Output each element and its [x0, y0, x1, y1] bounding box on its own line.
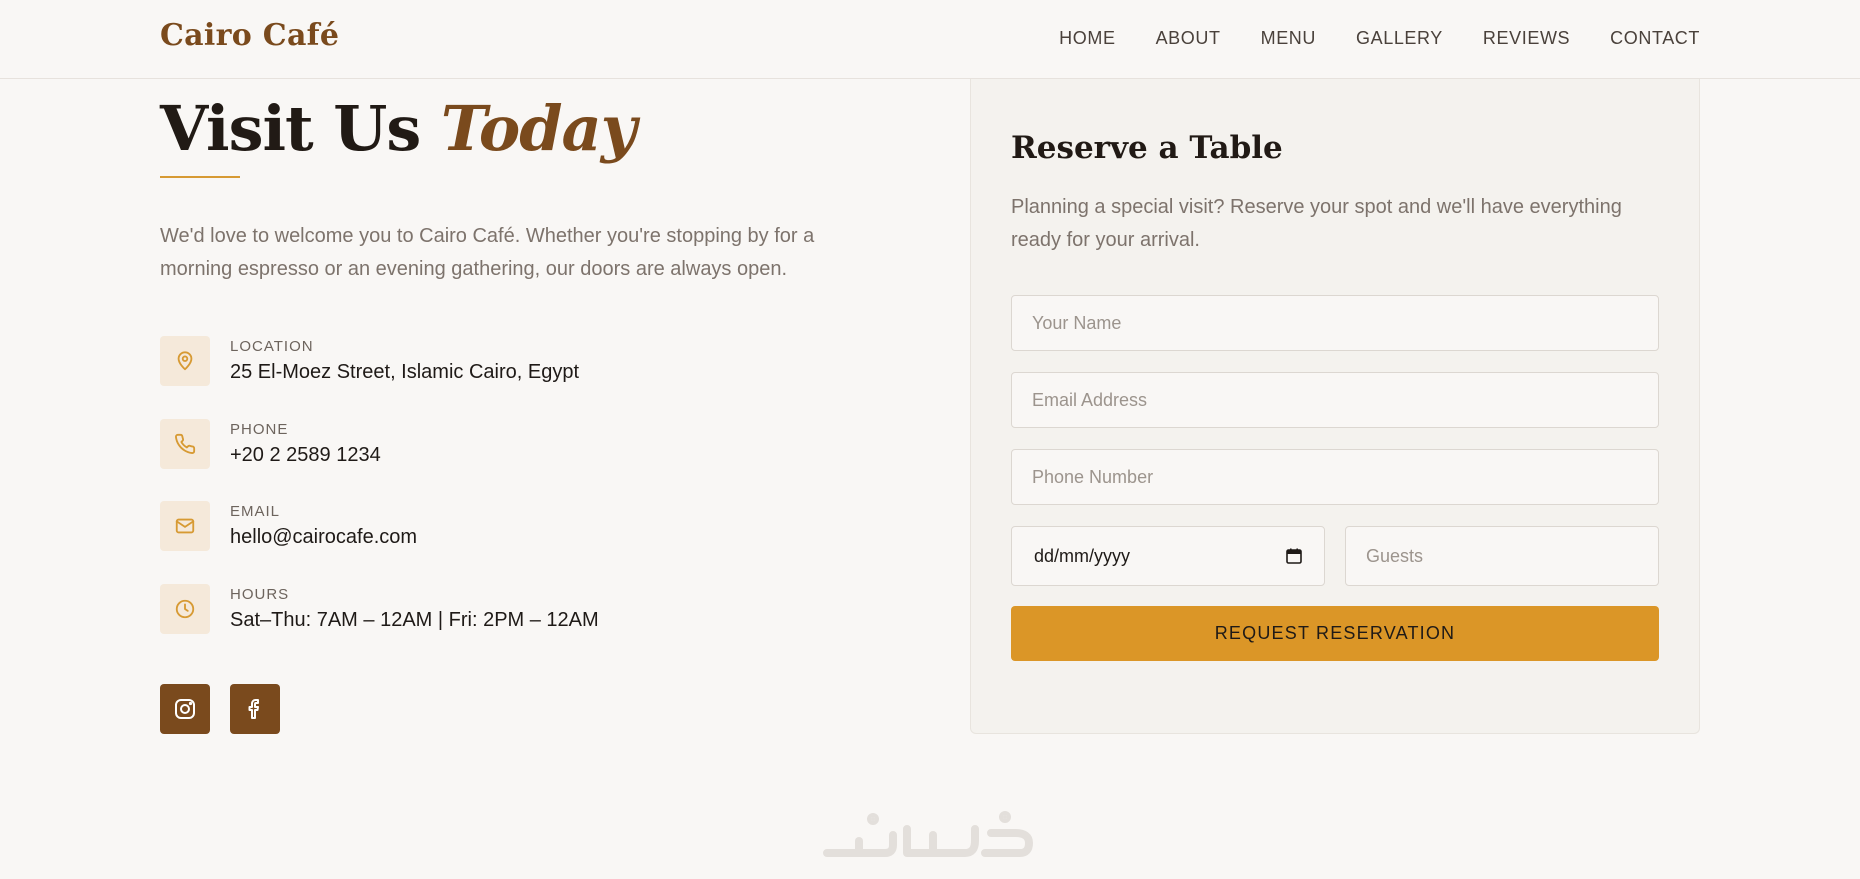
nav-menu[interactable]: MENU	[1261, 28, 1316, 49]
date-input[interactable]: dd/mm/yyyy	[1011, 526, 1325, 586]
info-hours: HOURS Sat–Thu: 7AM – 12AM | Fri: 2PM – 1…	[160, 584, 599, 634]
info-label: LOCATION	[230, 338, 314, 355]
nav-about[interactable]: ABOUT	[1156, 28, 1221, 49]
social-links	[160, 684, 280, 734]
site-logo[interactable]: Cairo Café	[160, 18, 339, 53]
title-underline	[160, 176, 240, 178]
nav-home[interactable]: HOME	[1059, 28, 1115, 49]
info-value: hello@cairocafe.com	[230, 526, 418, 548]
guests-input[interactable]	[1345, 526, 1659, 586]
info-phone: PHONE +20 2 2589 1234	[160, 419, 381, 469]
intro-text: We'd love to welcome you to Cairo Café. …	[160, 225, 815, 280]
main-nav: HOME ABOUT MENU GALLERY REVIEWS CONTACT	[1059, 28, 1700, 49]
reservation-description: Planning a special visit? Reserve your s…	[1011, 196, 1622, 251]
info-label: HOURS	[230, 586, 290, 603]
instagram-icon[interactable]	[160, 684, 210, 734]
reservation-card: Reserve a Table Planning a special visit…	[970, 79, 1700, 734]
email-input[interactable]	[1011, 372, 1659, 428]
reservation-title: Reserve a Table	[1011, 130, 1283, 166]
phone-input[interactable]	[1011, 449, 1659, 505]
info-value: Sat–Thu: 7AM – 12AM | Fri: 2PM – 12AM	[230, 609, 599, 631]
info-label: EMAIL	[230, 503, 281, 520]
clock-icon	[160, 584, 210, 634]
title-main: Visit Us	[160, 92, 421, 165]
site-header: Cairo Café HOME ABOUT MENU GALLERY REVIE…	[0, 0, 1860, 79]
info-value: +20 2 2589 1234	[230, 444, 381, 466]
info-value: 25 El-Moez Street, Islamic Cairo, Egypt	[230, 361, 580, 383]
title-accent: Today	[440, 92, 637, 165]
name-input[interactable]	[1011, 295, 1659, 351]
phone-icon	[160, 419, 210, 469]
location-pin-icon	[160, 336, 210, 386]
info-label: PHONE	[230, 421, 289, 438]
nav-reviews[interactable]: REVIEWS	[1483, 28, 1570, 49]
page-title: Visit Us Today	[160, 92, 637, 165]
envelope-icon	[160, 501, 210, 551]
date-value: dd/mm/yyyy	[1034, 545, 1131, 566]
nav-contact[interactable]: CONTACT	[1610, 28, 1700, 49]
info-email: EMAIL hello@cairocafe.com	[160, 501, 417, 551]
request-reservation-button[interactable]: REQUEST RESERVATION	[1011, 606, 1659, 661]
nav-gallery[interactable]: GALLERY	[1356, 28, 1443, 49]
calendar-icon[interactable]	[1286, 548, 1302, 564]
info-location: LOCATION 25 El-Moez Street, Islamic Cair…	[160, 336, 579, 386]
facebook-icon[interactable]	[230, 684, 280, 734]
watermark-logo	[823, 811, 1033, 857]
